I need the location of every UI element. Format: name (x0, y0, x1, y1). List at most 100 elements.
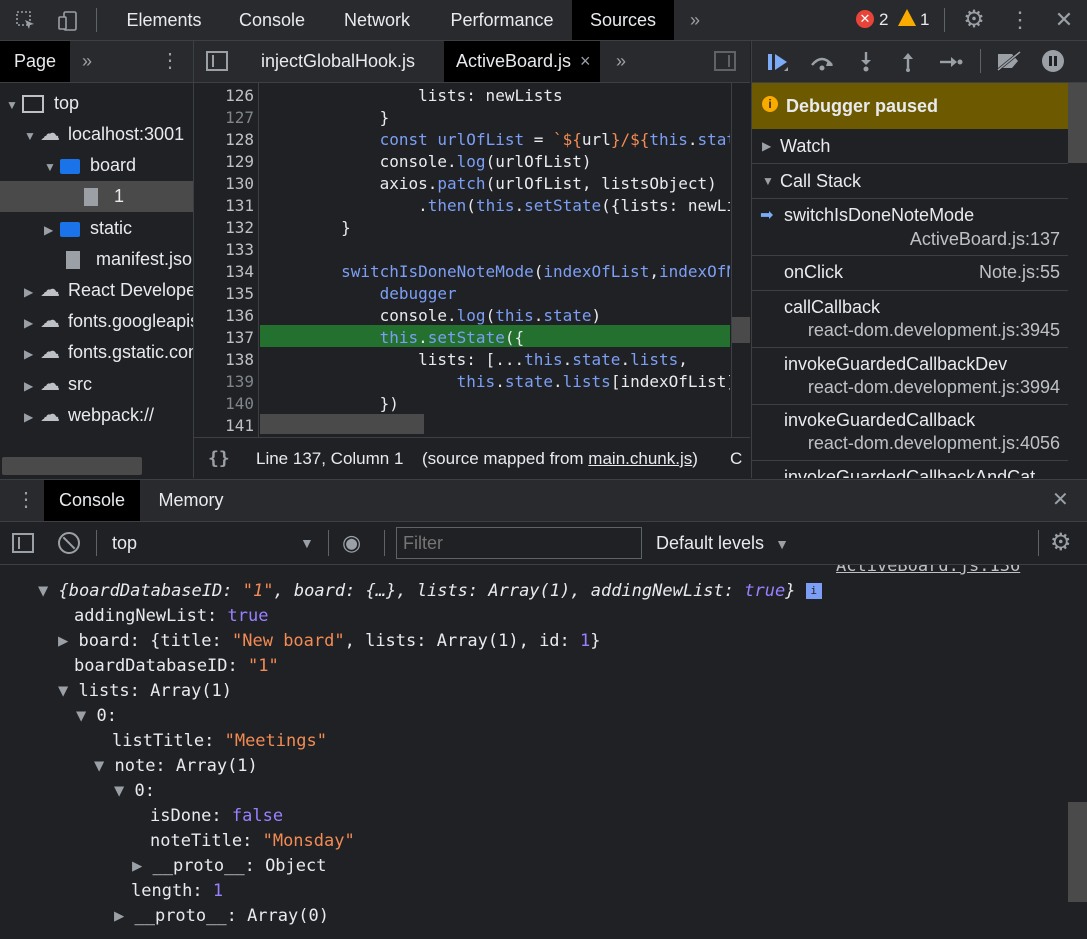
console-scrollbar-thumb[interactable] (1068, 802, 1087, 902)
console-prop[interactable]: ▶ __proto__: Array(0) (114, 906, 329, 926)
more-tabs-icon[interactable]: » (680, 0, 710, 40)
console-filter-input[interactable] (396, 527, 642, 559)
call-frame[interactable]: callCallback react-dom.development.js:39… (752, 291, 1068, 348)
editor-tab-label: ActiveBoard.js (456, 51, 572, 71)
collapsed-arrow-icon: ▶ (762, 139, 772, 153)
watch-section-header[interactable]: ▶ Watch (752, 129, 1068, 164)
editor-horizontal-scrollbar[interactable] (260, 414, 424, 434)
console-source-link[interactable]: ActiveBoard.js:136 (836, 565, 1020, 576)
devtools-toolbar: Elements Console Network Performance Sou… (0, 0, 1087, 41)
call-frame[interactable]: invokeGuardedCallbackAndCat (752, 461, 1068, 478)
debugger-paused-banner: i Debugger paused (752, 83, 1068, 129)
tree-item-top[interactable]: ▼ top (6, 88, 192, 119)
tree-item-static[interactable]: ▶ static (44, 213, 193, 244)
drawer-tab-console[interactable]: Console (44, 480, 140, 521)
drawer-menu-icon[interactable]: ⋮ (16, 480, 36, 521)
console-settings-icon[interactable]: ⚙ (1050, 522, 1072, 564)
tree-item-src[interactable]: ▶ ☁ src (24, 369, 193, 400)
warning-icon[interactable] (898, 9, 916, 26)
frame-function: invokeGuardedCallbackDev (784, 354, 1008, 374)
context-selector[interactable]: top ▼ (104, 522, 320, 564)
tree-item-webpack[interactable]: ▶ ☁ webpack:// (24, 400, 193, 431)
main-chunk-link[interactable]: main.chunk.js (588, 449, 692, 468)
dropdown-arrow-icon: ▼ (300, 535, 314, 551)
error-icon[interactable]: ✕ (856, 10, 874, 28)
call-frame[interactable]: invokeGuardedCallbackDev react-dom.devel… (752, 348, 1068, 405)
collapsed-arrow-icon: ▶ (24, 410, 34, 424)
step-over-icon[interactable] (808, 51, 836, 78)
tree-item-localhost[interactable]: ▼ ☁ localhost:3001 (24, 119, 193, 150)
clear-console-icon[interactable] (58, 532, 80, 554)
editor-more-tabs-icon[interactable]: » (616, 41, 626, 82)
pretty-print-icon[interactable]: {} (208, 438, 230, 479)
tree-item-manifest[interactable]: manifest.json (66, 244, 193, 275)
code-line: console.log(urlOfList) (264, 152, 592, 171)
console-prop[interactable]: ▶ __proto__: Object (132, 856, 326, 876)
step-into-icon[interactable] (856, 50, 876, 77)
tree-item-fonts-gstatic[interactable]: ▶ ☁ fonts.gstatic.com (24, 337, 193, 368)
console-prop[interactable]: ▼ 0: (76, 706, 117, 726)
deactivate-breakpoints-icon[interactable] (994, 50, 1024, 77)
info-icon: i (762, 96, 778, 112)
console-prop: boardDatabaseID: "1" (74, 656, 279, 676)
navigator-header: Page » ⋮ (0, 41, 193, 83)
cloud-icon: ☁ (40, 123, 60, 145)
device-toolbar-icon[interactable] (54, 0, 82, 40)
tab-elements[interactable]: Elements (112, 0, 216, 40)
log-levels-dropdown[interactable]: Default levels ▼ (656, 522, 789, 564)
console-object-summary[interactable]: ▼ {boardDatabaseID: "1", board: {…}, lis… (38, 581, 822, 601)
settings-gear-icon[interactable]: ⚙ (960, 0, 988, 40)
info-badge-icon[interactable]: i (805, 583, 822, 599)
code-line: axios.patch(urlOfList, listsObject) (264, 174, 717, 193)
console-prop[interactable]: ▶ board: {title: "New board", lists: Arr… (58, 631, 601, 651)
folder-icon (60, 221, 80, 237)
frame-location: Note.js:55 (978, 262, 1060, 282)
coverage-label: C (730, 449, 743, 468)
code-lines[interactable]: lists: newLists } const urlOfList = `${u… (194, 83, 730, 437)
call-frame[interactable]: onClick Note.js:55 (752, 256, 1068, 291)
step-out-icon[interactable] (898, 50, 918, 77)
tab-network[interactable]: Network (328, 0, 426, 40)
close-tab-icon[interactable]: × (580, 41, 591, 82)
more-options-icon[interactable]: ⋮ (1006, 0, 1034, 40)
inspect-element-icon[interactable] (12, 0, 40, 40)
toolbar-divider (96, 8, 97, 32)
tab-console[interactable]: Console (224, 0, 320, 40)
call-stack-section-header[interactable]: ▼ Call Stack (752, 164, 1068, 199)
drawer-tabs: ⋮ Console Memory ✕ (0, 480, 1087, 522)
live-expression-eye-icon[interactable]: ◉ (342, 530, 361, 556)
console-prop[interactable]: ▼ note: Array(1) (94, 756, 258, 776)
frame-function: invokeGuardedCallback (784, 410, 976, 430)
tree-item-react-devtools[interactable]: ▶☁React Developer Tools (24, 275, 193, 306)
console-prop[interactable]: ▼ 0: (114, 781, 155, 801)
scrollbar-thumb[interactable] (732, 317, 750, 343)
navigator-scrollbar[interactable] (2, 457, 142, 475)
drawer-tab-memory[interactable]: Memory (146, 480, 236, 521)
pause-on-exceptions-icon[interactable] (1042, 50, 1064, 72)
toggle-navigator-icon[interactable] (206, 51, 228, 71)
step-icon[interactable] (938, 51, 964, 78)
tab-performance[interactable]: Performance (434, 0, 570, 40)
call-frame[interactable]: invokeGuardedCallback react-dom.developm… (752, 404, 1068, 461)
frame-function: switchIsDoneNoteMode (784, 205, 975, 225)
tab-sources[interactable]: Sources (572, 0, 674, 40)
close-devtools-icon[interactable]: ✕ (1050, 0, 1078, 40)
frame-location: react-dom.development.js:3994 (807, 377, 1060, 397)
frame-function: invokeGuardedCallbackAndCat (784, 467, 1036, 478)
editor-tab-injectglobalhook[interactable]: injectGlobalHook.js (238, 41, 438, 82)
tree-item-file-1[interactable]: 1 (0, 181, 193, 212)
tab-page[interactable]: Page (0, 41, 70, 82)
console-sidebar-icon[interactable] (12, 533, 34, 553)
tree-item-fonts-googleapis[interactable]: ▶☁fonts.googleapis.com (24, 306, 193, 337)
tree-item-board[interactable]: ▼ board (44, 150, 193, 181)
toggle-debugger-icon[interactable] (714, 51, 736, 71)
resume-icon[interactable] (766, 51, 790, 78)
editor-tab-activeboard[interactable]: ActiveBoard.js × (444, 41, 600, 82)
navigator-more-icon[interactable]: » (82, 41, 92, 82)
sidebar-scrollbar-thumb[interactable] (1068, 83, 1087, 163)
navigator-menu-icon[interactable]: ⋮ (160, 41, 180, 82)
editor-vertical-scrollbar[interactable] (731, 83, 751, 437)
console-prop[interactable]: ▼ lists: Array(1) (58, 681, 232, 701)
call-frame-active[interactable]: ➡ switchIsDoneNoteMode ActiveBoard.js:13… (752, 199, 1068, 256)
close-drawer-icon[interactable]: ✕ (1052, 480, 1069, 521)
